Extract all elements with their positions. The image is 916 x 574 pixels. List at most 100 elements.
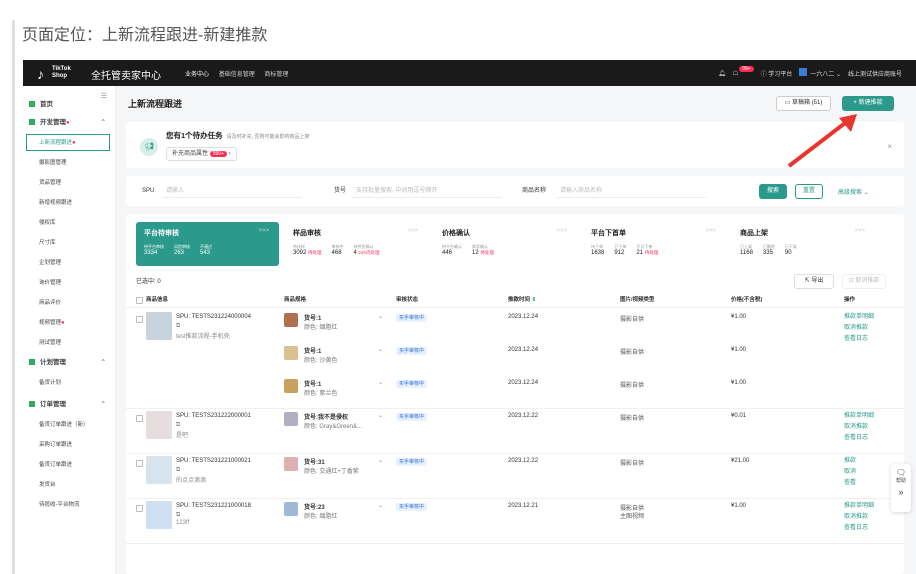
stat-metric[interactable]: 待平台确认 446 <box>442 244 462 256</box>
cancel-push-button[interactable]: ⊡ 取消推款 <box>842 274 886 289</box>
supplement-attributes-chip[interactable]: 补充商品属性 999+ › <box>166 147 237 161</box>
chevron-down-icon[interactable]: ⌄ <box>378 346 383 353</box>
draft-box-button[interactable]: ▭ 草稿箱 (51) <box>776 96 831 111</box>
sidebar-item-12[interactable]: 测试管理 <box>23 334 116 352</box>
action-link[interactable]: 查看 <box>844 478 856 489</box>
chevron-down-icon[interactable]: ⌄ <box>378 379 383 386</box>
sidebar-item-3[interactable]: 摄影图管理 <box>23 154 116 172</box>
row-checkbox[interactable] <box>136 415 143 422</box>
stat-metric[interactable]: 待送样 3092 待处理 <box>293 244 322 256</box>
account-name[interactable]: 线上测试供应商账号 <box>848 69 902 78</box>
tiktok-shop-logo[interactable]: ♪ TikTok Shop <box>37 64 81 82</box>
sidebar-item-5[interactable]: 新增视频跟进 <box>23 194 116 212</box>
col-push-time[interactable]: 推款时间 ⇕ <box>508 292 536 308</box>
action-link[interactable]: 推款单明细 <box>844 312 874 323</box>
media-type-2: 主图视频 <box>620 514 645 520</box>
floating-help[interactable]: 🗨︎ 帮助 » <box>891 464 911 512</box>
spec-color: 颜色: 交通红+丁香紫 <box>304 469 359 475</box>
stat-card-2[interactable]: 价格确认 >>> 待平台确认 446 商家确认 12 待处理 <box>434 222 577 266</box>
stat-card-0[interactable]: 平台待审核 >>> 待平台审核 3334 风险审核 263 不通过 543 <box>136 222 279 266</box>
stat-metric[interactable]: 待下单 1638 <box>591 244 604 256</box>
sidebar-item-17[interactable]: 采购订单跟进 <box>23 436 116 454</box>
stat-metric[interactable]: 待供货确认 4 24h内处理 <box>354 244 380 256</box>
expand-icon[interactable]: » <box>891 487 911 497</box>
sidebar-item-9[interactable]: 询价管理 <box>23 274 116 292</box>
sidebar-item-8[interactable]: 企划管理 <box>23 254 116 272</box>
stat-card-4[interactable]: 商品上架 >>> 已上架 1168 已删除 335 已下架 90 <box>732 222 875 266</box>
stat-metric[interactable]: 不通过 543 <box>200 244 212 256</box>
stat-metric[interactable]: 风险审核 263 <box>174 244 190 256</box>
chevron-up-icon[interactable]: ⌃ <box>101 354 106 372</box>
nav-basic-info[interactable]: 基础信息管理 <box>219 72 255 78</box>
select-all-checkbox[interactable] <box>136 297 143 304</box>
copy-icon[interactable]: ⧉ <box>176 422 180 429</box>
copy-icon[interactable]: ⧉ <box>176 323 180 330</box>
item-no-input[interactable]: 支持批量搜索, 中间用逗号隔开 <box>352 184 502 198</box>
nav-trademark[interactable]: 商标管理 <box>264 72 288 78</box>
copy-icon[interactable]: ⧉ <box>176 467 180 474</box>
stat-metric[interactable]: 已下架 90 <box>785 244 797 256</box>
sidebar-item-15[interactable]: 订单管理 ⌃ <box>23 396 116 414</box>
sidebar-item-7[interactable]: 尺寸库 <box>23 234 116 252</box>
spec-item-no: 货号:1 <box>304 349 322 355</box>
stat-metric[interactable]: 审核中 468 <box>332 244 344 256</box>
sidebar-item-18[interactable]: 备货订单跟进 <box>23 456 116 474</box>
action-link[interactable]: 查看日志 <box>844 433 868 444</box>
sidebar-item-20[interactable]: 待揽收-平台物流 <box>23 496 116 514</box>
study-platform-link[interactable]: ⓘ 学习平台 <box>761 69 793 78</box>
sidebar-item-13[interactable]: 计划管理 ⌃ <box>23 354 116 372</box>
stat-metric[interactable]: 已下单 912 <box>614 244 626 256</box>
chevron-down-icon[interactable]: ⌄ <box>378 313 383 320</box>
row-checkbox[interactable] <box>136 505 143 512</box>
product-name-input[interactable]: 请输入商品名称 <box>556 184 706 198</box>
action-link[interactable]: 推款 <box>844 456 856 467</box>
action-link[interactable]: 查看日志 <box>844 523 868 534</box>
sidebar-item-19[interactable]: 发货台 <box>23 476 116 494</box>
sidebar-item-16[interactable]: 备货订单跟进（新） <box>23 416 116 434</box>
row-checkbox[interactable] <box>136 460 143 467</box>
stat-card-3[interactable]: 平台下首单 >>> 待下单 1638 已下单 912 不可下单 21 待处理 <box>583 222 726 266</box>
advanced-search-link[interactable]: 高级搜索 ⌄ <box>838 187 869 196</box>
stat-metric[interactable]: 已上架 1168 <box>740 244 753 256</box>
chevron-down-icon[interactable]: ⌄ <box>378 412 383 419</box>
app-title: 全托管卖家中心 <box>91 71 161 82</box>
action-link[interactable]: 取消推款 <box>844 422 868 433</box>
reset-button[interactable]: 重置 <box>795 184 823 199</box>
sidebar-item-1[interactable]: 开发管理● ⌃ <box>23 114 116 132</box>
close-icon[interactable]: × <box>887 142 892 151</box>
notification-icon[interactable]: ☖ <box>733 70 738 77</box>
export-button[interactable]: ⇱ 导出 <box>794 274 834 289</box>
search-button[interactable]: 搜索 <box>759 184 787 199</box>
chevron-down-icon[interactable]: ⌄ <box>378 457 383 464</box>
stat-metric[interactable]: 商家确认 12 待处理 <box>472 244 494 256</box>
chevron-up-icon[interactable]: ⌃ <box>101 396 106 414</box>
nav-business-center[interactable]: 业务中心 <box>185 72 209 78</box>
action-link[interactable]: 推款单明细 <box>844 411 874 422</box>
action-link[interactable]: 取消 <box>844 467 856 478</box>
sidebar-item-0[interactable]: 首页 <box>23 96 116 114</box>
stat-card-1[interactable]: 样品审核 >>> 待送样 3092 待处理 审核中 468 待供货确认 4 24h内处理 <box>285 222 428 266</box>
stat-metric[interactable]: 不可下单 21 待处理 <box>636 244 658 256</box>
store-selector[interactable]: 一六八二 ⌄ <box>799 68 841 78</box>
sidebar-item-11[interactable]: 视频管理● <box>23 314 116 332</box>
sidebar-item-4[interactable]: 货品管理 <box>23 174 116 192</box>
copy-icon[interactable]: ⧉ <box>176 512 180 519</box>
row-divider <box>126 408 904 409</box>
row-checkbox[interactable] <box>136 316 143 323</box>
spu-input[interactable]: 请输入 <box>162 184 302 198</box>
sidebar-item-6[interactable]: 侵权库 <box>23 214 116 232</box>
sidebar-item-14[interactable]: 备货计划 <box>23 374 116 392</box>
sidebar-item-10[interactable]: 商品评价 <box>23 294 116 312</box>
chevron-down-icon[interactable]: ⌄ <box>378 502 383 509</box>
action-link[interactable]: 查看日志 <box>844 334 868 345</box>
sidebar-item-2[interactable]: 上新流程跟进● <box>26 134 110 151</box>
bell-icon[interactable]: 🔔︎ <box>718 70 726 77</box>
chevron-up-icon[interactable]: ⌃ <box>101 114 106 132</box>
action-link[interactable]: 取消推款 <box>844 323 868 334</box>
stat-metric[interactable]: 已删除 335 <box>763 244 775 256</box>
stat-metric[interactable]: 待平台审核 3334 <box>144 244 164 256</box>
new-push-button[interactable]: + 新建推款 <box>842 96 894 111</box>
action-link[interactable]: 推款单明细 <box>844 501 874 512</box>
price: ¥1.00 <box>731 314 747 320</box>
action-link[interactable]: 取消推款 <box>844 512 868 523</box>
